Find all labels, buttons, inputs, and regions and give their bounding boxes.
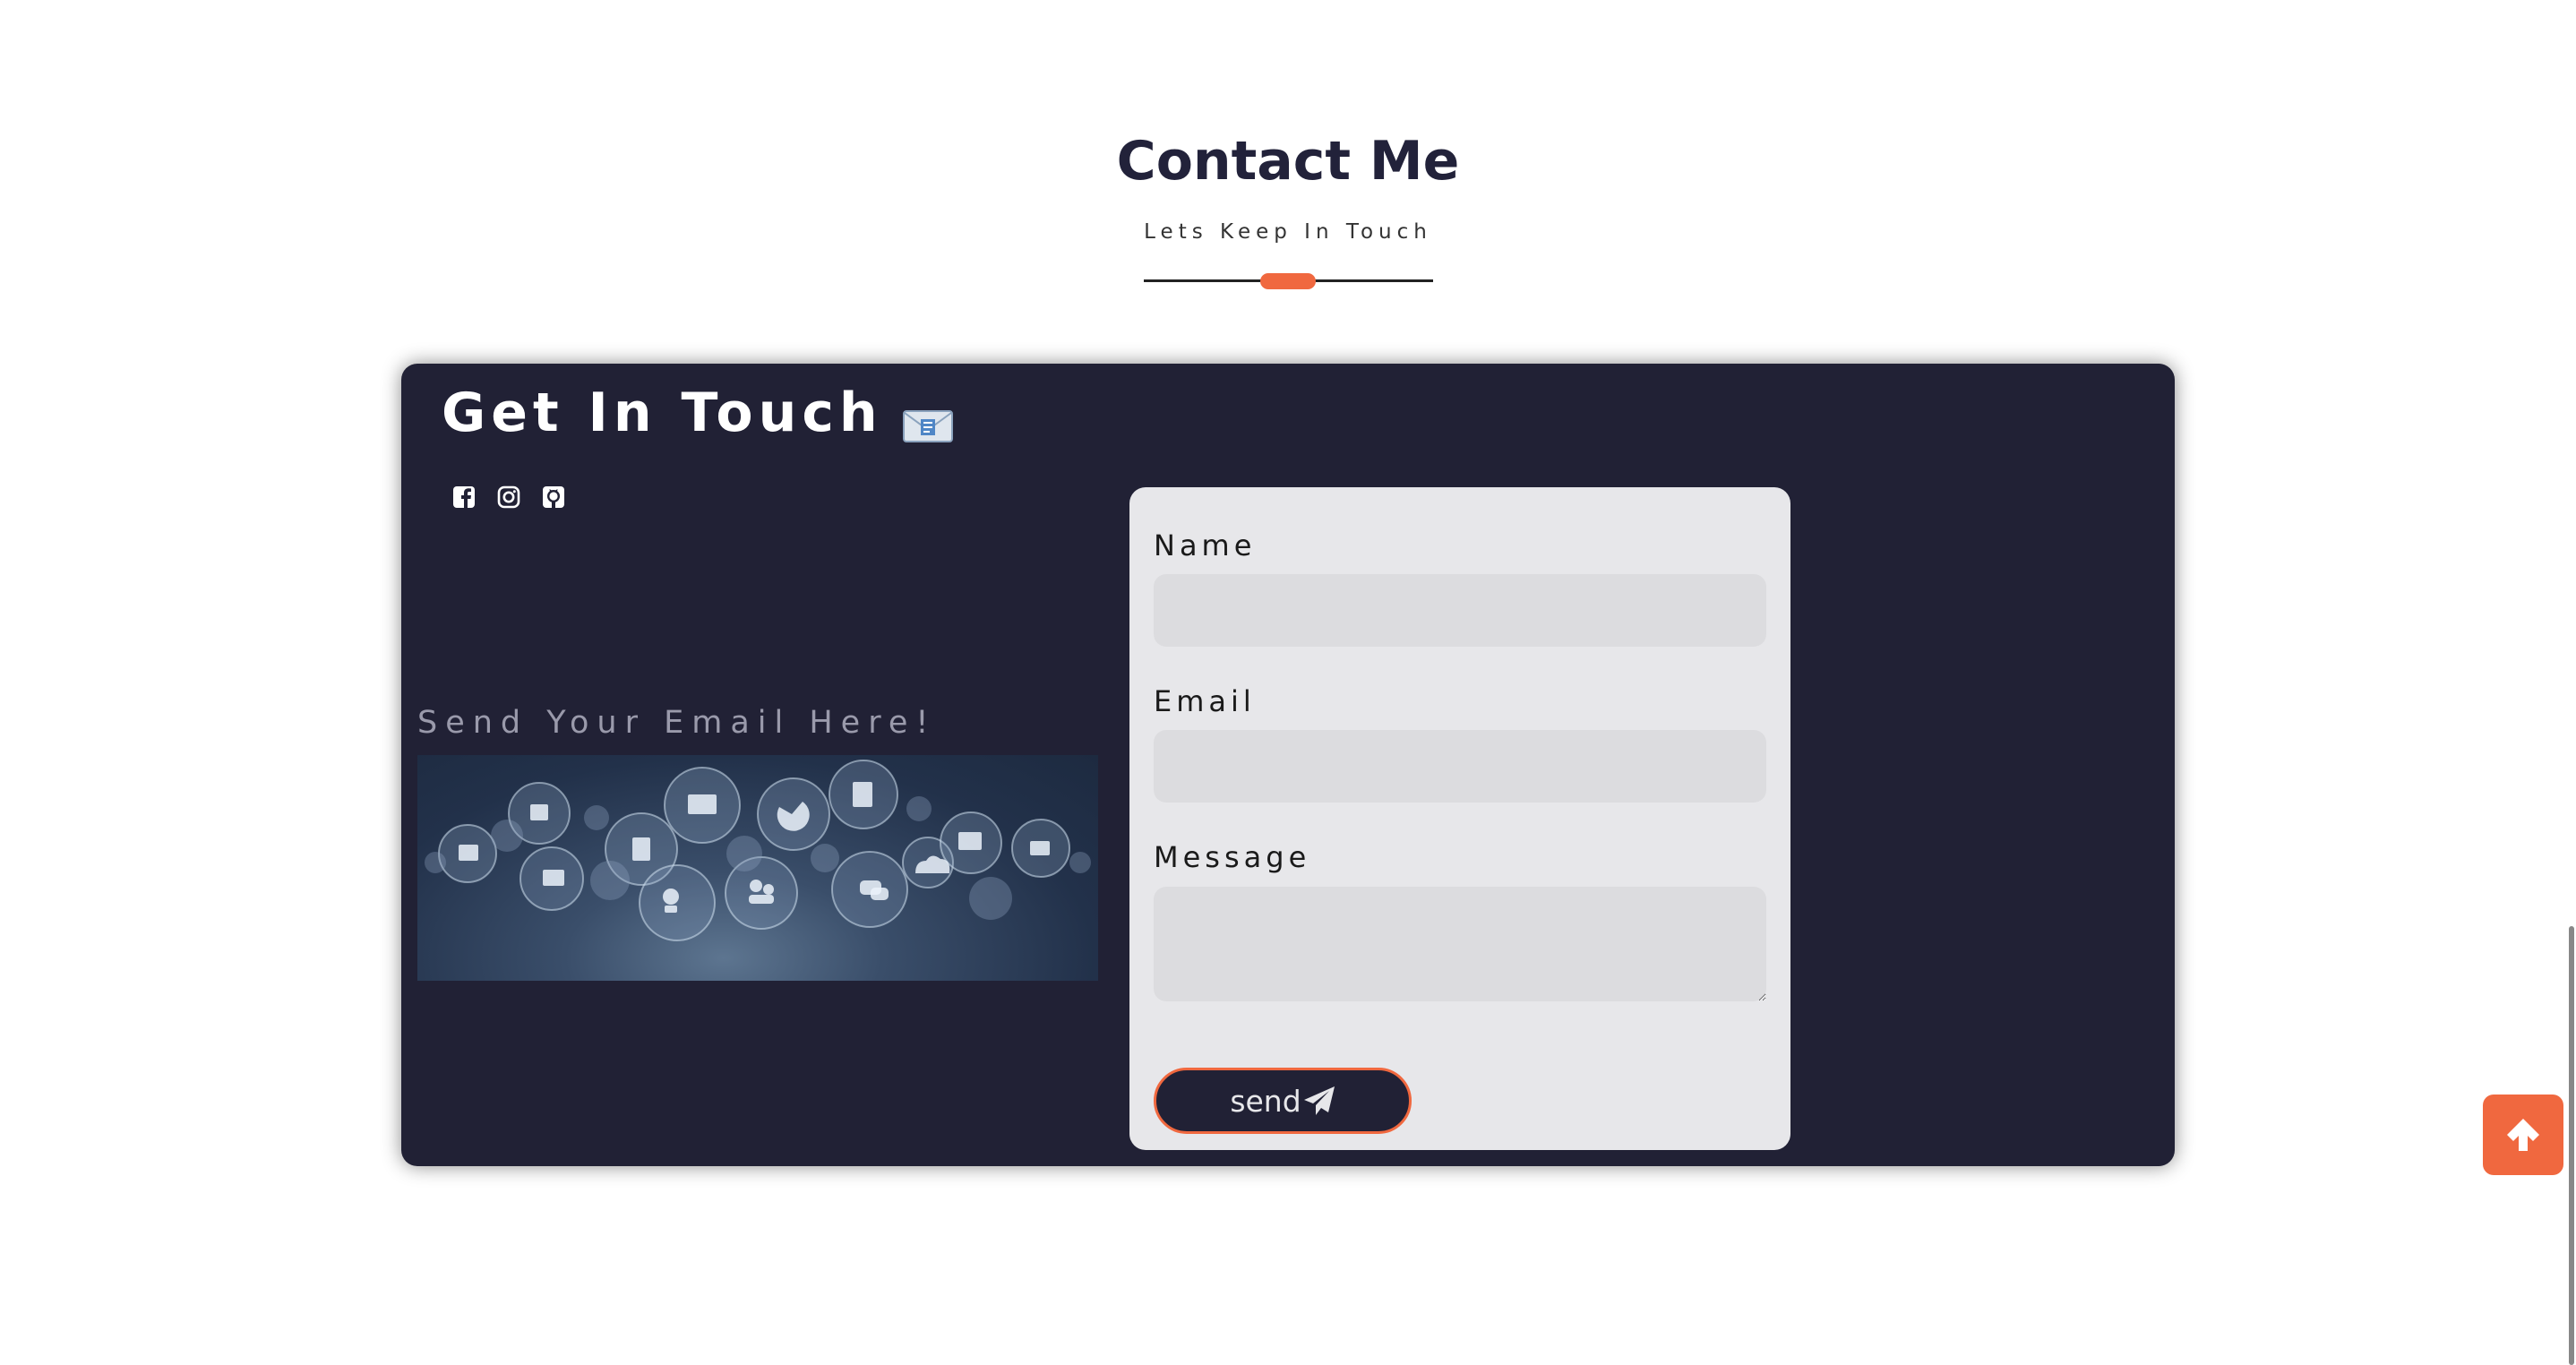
section-subtitle: Lets Keep In Touch xyxy=(1144,220,1432,244)
name-field[interactable] xyxy=(1154,574,1766,647)
section-title: Contact Me xyxy=(1116,130,1460,193)
github-icon[interactable] xyxy=(542,485,565,509)
message-label: Message xyxy=(1154,840,1311,874)
divider-accent xyxy=(1260,273,1316,289)
page-scrollbar[interactable] xyxy=(2569,926,2574,1365)
social-links xyxy=(452,485,565,509)
email-label: Email xyxy=(1154,684,1256,718)
contact-page: Contact Me Lets Keep In Touch Get In Tou… xyxy=(0,0,2576,1365)
send-button-label: send xyxy=(1230,1083,1301,1119)
envelope-icon xyxy=(902,395,953,442)
contact-card: Get In Touch Send Your Email Here! Name … xyxy=(401,364,2175,1166)
promo-text: Send Your Email Here! xyxy=(417,705,937,741)
name-label: Name xyxy=(1154,528,1257,562)
paper-plane-icon xyxy=(1303,1086,1335,1115)
instagram-icon[interactable] xyxy=(497,485,520,509)
email-banner-image xyxy=(417,755,1098,981)
scroll-to-top-button[interactable] xyxy=(2483,1095,2563,1175)
card-title-text: Get In Touch xyxy=(442,382,883,444)
send-button[interactable]: send xyxy=(1154,1068,1412,1134)
contact-form: Name Email Message send xyxy=(1129,487,1790,1150)
card-title: Get In Touch xyxy=(442,382,953,444)
facebook-icon[interactable] xyxy=(452,485,476,509)
message-field[interactable] xyxy=(1154,887,1766,1001)
arrow-up-icon xyxy=(2507,1119,2539,1151)
email-field[interactable] xyxy=(1154,730,1766,803)
